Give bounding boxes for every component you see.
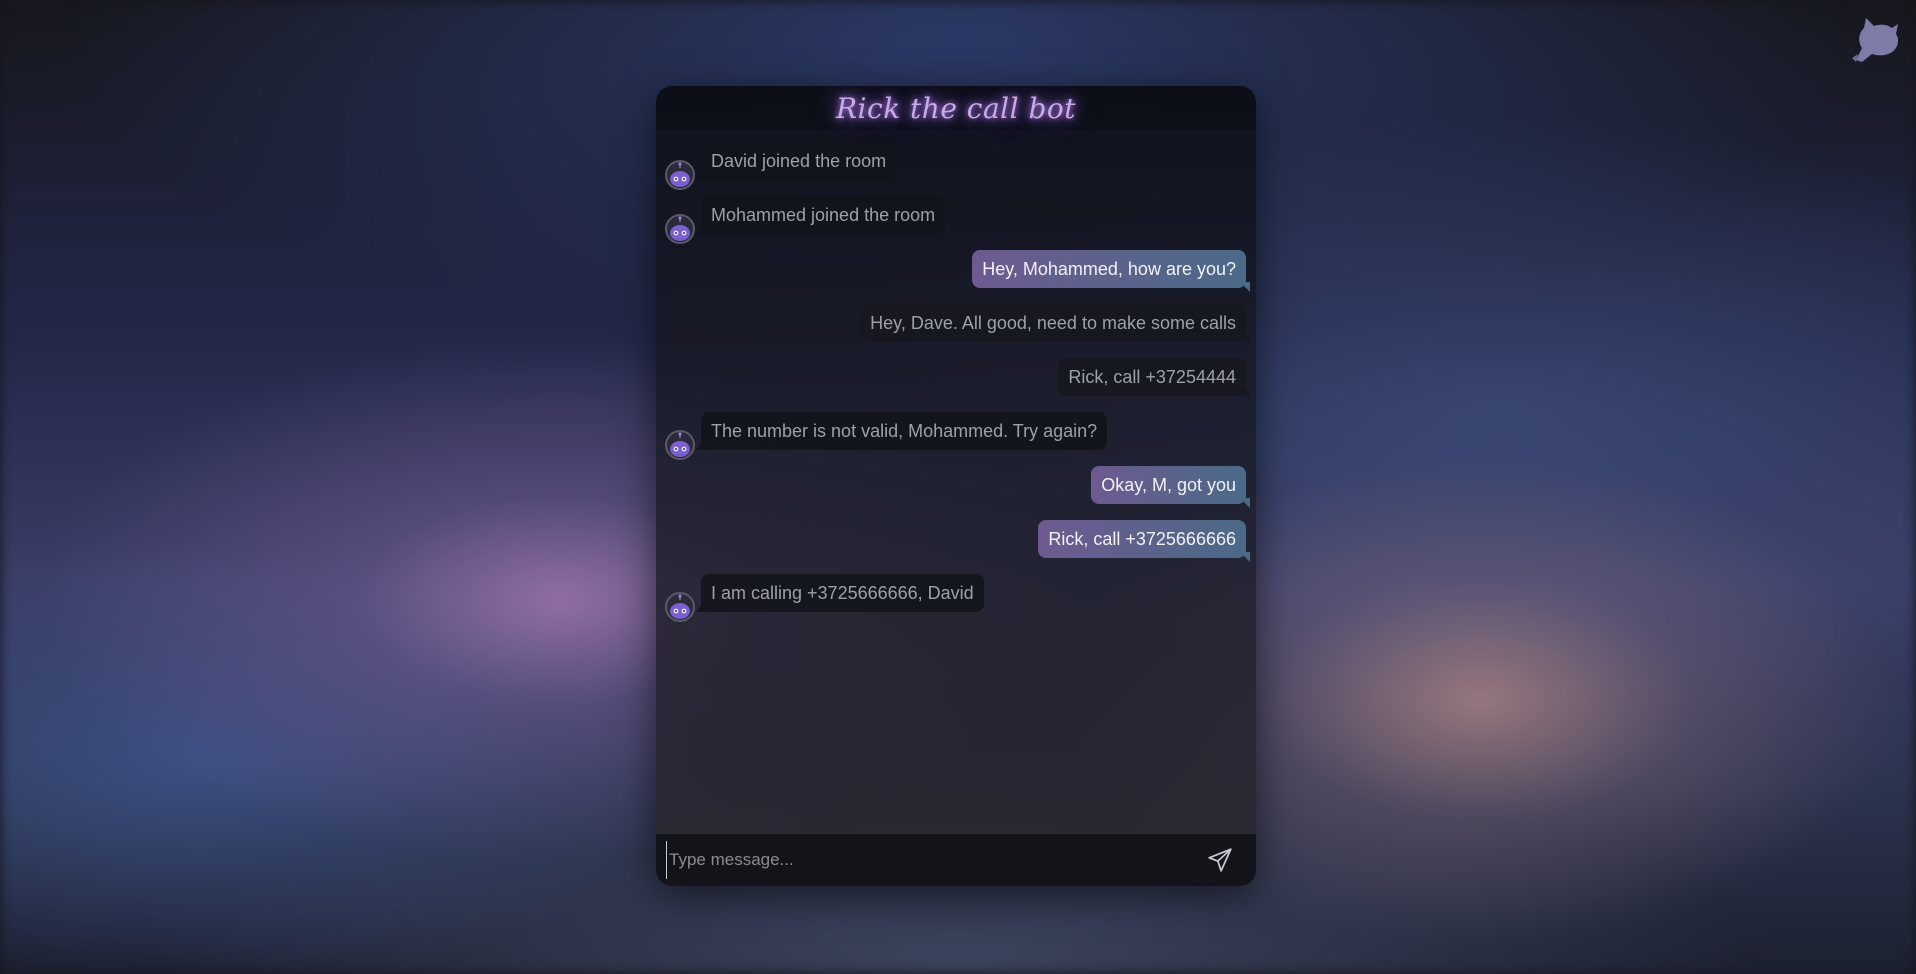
bot-avatar [665,214,695,244]
robot-icon [670,162,690,187]
message-bubble-bot: I am calling +3725666666, David [695,574,984,612]
message-bubble-bot: The number is not valid, Mohammed. Try a… [694,412,1108,450]
message-bubble-self: Okay, M, got you [1091,466,1246,504]
robot-icon [670,432,690,457]
send-button[interactable] [1200,840,1240,880]
robot-icon [670,594,690,619]
chat-header: Rick the call bot [656,86,1256,130]
message-input[interactable] [666,841,1200,879]
message-bubble-other: Hey, Dave. All good, need to make some c… [860,304,1246,342]
message-bubble-self: Hey, Mohammed, how are you? [972,250,1246,288]
message-bubble-self: Rick, call +3725666666 [1038,520,1246,558]
chat-window: Rick the call bot David joined the room [656,86,1256,886]
paper-plane-icon [1208,848,1232,872]
cat-logo-icon[interactable] [1848,14,1902,68]
bot-avatar [665,160,695,190]
chat-title: Rick the call bot [835,91,1077,125]
message-list: David joined the room Mohammed joined th… [656,130,1256,834]
message-input-bar [656,834,1256,886]
message-bubble-bot: David joined the room [694,142,897,180]
message-bubble-bot: Mohammed joined the room [694,196,946,234]
robot-icon [670,216,690,241]
message-bubble-other: Rick, call +37254444 [1058,358,1246,396]
bot-avatar [665,430,695,460]
bot-avatar [665,592,695,622]
